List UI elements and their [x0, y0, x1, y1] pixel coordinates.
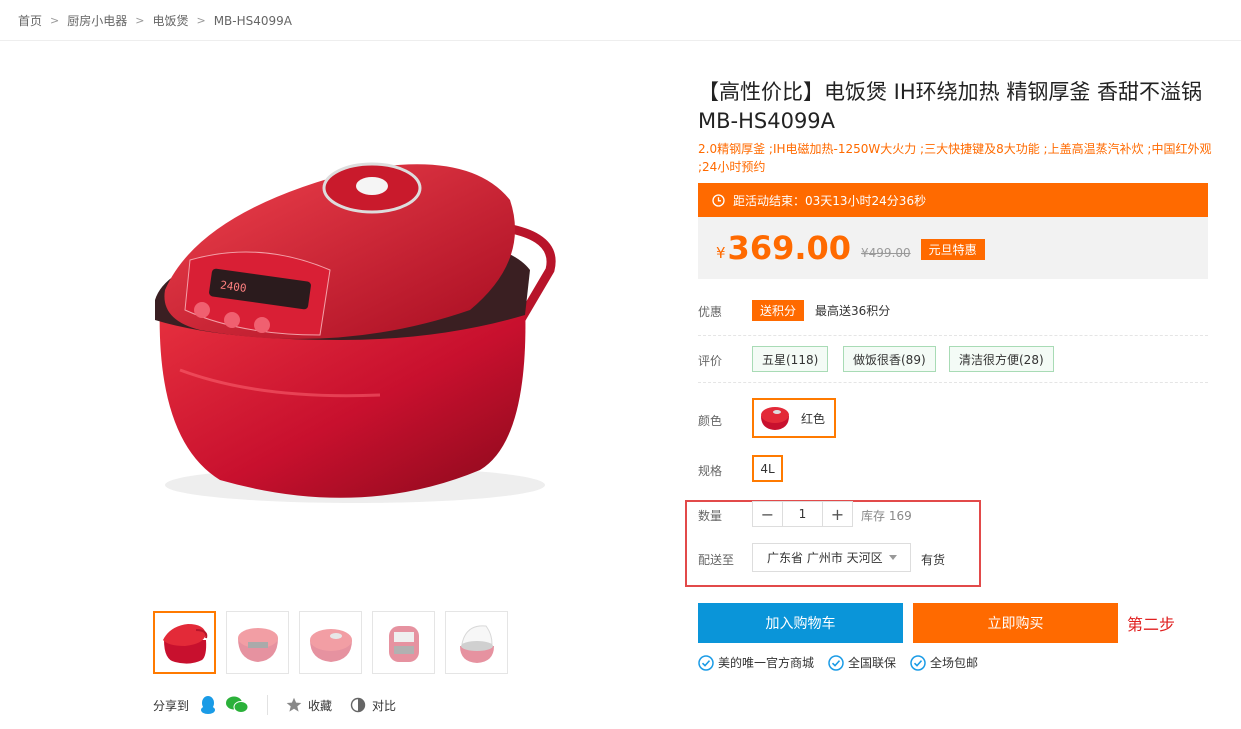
breadcrumb-kitchen[interactable]: 厨房小电器: [67, 12, 127, 29]
color-label: 颜色: [698, 414, 723, 428]
thumbnail-strip: [153, 611, 508, 674]
color-option-label: 红色: [801, 411, 826, 426]
color-option-red[interactable]: 红色: [752, 398, 836, 438]
guarantee-item: 全国联保: [828, 654, 896, 671]
countdown-text: 距活动结束：03天13小时24分36秒: [733, 193, 927, 208]
guarantee-label: 全场包邮: [930, 656, 979, 670]
favorite-button[interactable]: 收藏: [286, 697, 332, 714]
star-icon: [286, 697, 302, 713]
quantity-increase-button[interactable]: +: [823, 502, 852, 526]
breadcrumb-separator: >: [135, 14, 145, 27]
guarantee-list: 美的唯一官方商城 全国联保 全场包邮: [698, 654, 992, 671]
share-bar: 分享到 收藏 对比: [153, 694, 414, 716]
wechat-icon[interactable]: [225, 695, 249, 715]
compare-label: 对比: [372, 698, 397, 713]
breadcrumb: 首页 > 厨房小电器 > 电饭煲 > MB-HS4099A: [18, 12, 292, 29]
quantity-decrease-button[interactable]: −: [753, 502, 782, 526]
color-swatch-image: [759, 404, 791, 432]
stock-count: 库存 169: [861, 509, 912, 523]
qq-icon[interactable]: [199, 695, 217, 715]
review-tag-tasty[interactable]: 做饭很香(89): [843, 346, 936, 372]
divider: [698, 335, 1208, 336]
share-label: 分享到: [153, 698, 190, 713]
delivery-label: 配送至: [698, 553, 735, 567]
quantity-stepper: − 1 +: [752, 501, 853, 527]
guarantee-label: 全国联保: [848, 656, 897, 670]
caret-down-icon: [888, 555, 897, 560]
breadcrumb-home[interactable]: 首页: [18, 12, 42, 29]
availability-status: 有货: [921, 553, 946, 567]
header-divider: [0, 40, 1241, 41]
compare-button[interactable]: 对比: [350, 697, 396, 714]
countdown-bar: 距活动结束：03天13小时24分36秒: [698, 183, 1208, 217]
reviews-label: 评价: [698, 354, 723, 368]
clock-icon: [712, 193, 725, 207]
guarantee-label: 美的唯一官方商城: [718, 656, 815, 670]
thumbnail-1[interactable]: [153, 611, 216, 674]
offers-label: 优惠: [698, 305, 723, 319]
divider: [698, 382, 1208, 383]
sale-price: 369.00: [727, 229, 852, 267]
check-circle-icon: [698, 654, 714, 671]
promo-tag: 元旦特惠: [920, 238, 985, 260]
spec-label: 规格: [698, 464, 723, 478]
points-text: 最高送36积分: [815, 304, 891, 318]
breadcrumb-current: MB-HS4099A: [213, 13, 293, 28]
buy-now-button[interactable]: 立即购买: [913, 603, 1118, 643]
region-select[interactable]: 广东省 广州市 天河区: [752, 543, 911, 572]
thumbnail-5[interactable]: [445, 611, 508, 674]
breadcrumb-separator: >: [50, 14, 60, 27]
quantity-input[interactable]: 1: [782, 502, 823, 526]
review-tag-easy-clean[interactable]: 清洁很方便(28): [949, 346, 1054, 372]
breadcrumb-rice-cooker[interactable]: 电饭煲: [152, 12, 188, 29]
guarantee-item: 全场包邮: [910, 654, 978, 671]
product-main-image[interactable]: 2400: [140, 140, 570, 520]
thumbnail-2[interactable]: [226, 611, 289, 674]
compare-icon: [350, 697, 366, 713]
review-tag-five-star[interactable]: 五星(118): [752, 346, 829, 372]
original-price: ¥499.00: [861, 246, 911, 260]
currency-symbol: ¥: [716, 244, 726, 262]
thumbnail-3[interactable]: [299, 611, 362, 674]
price-box: ¥ 369.00 ¥499.00 元旦特惠: [698, 217, 1208, 279]
guarantee-item: 美的唯一官方商城: [698, 654, 814, 671]
points-badge: 送积分: [752, 300, 805, 321]
share-divider: [267, 695, 269, 715]
quantity-label: 数量: [698, 509, 723, 523]
region-value: 广东省 广州市 天河区: [767, 551, 883, 565]
thumbnail-4[interactable]: [372, 611, 435, 674]
product-features: 2.0精钢厚釜 ;IH电磁加热-1250W大火力 ;三大快捷键及8大功能 ;上盖…: [698, 142, 1212, 174]
check-circle-icon: [828, 654, 844, 671]
favorite-label: 收藏: [308, 698, 333, 713]
step-annotation: 第二步: [1127, 615, 1176, 634]
spec-option-4l[interactable]: 4L: [752, 455, 783, 482]
check-circle-icon: [910, 654, 926, 671]
add-to-cart-button[interactable]: 加入购物车: [698, 603, 903, 643]
product-title: 【高性价比】电饭煲 IH环绕加热 精钢厚釜 香甜不溢锅 MB-HS4099A: [698, 80, 1203, 133]
breadcrumb-separator: >: [196, 14, 206, 27]
